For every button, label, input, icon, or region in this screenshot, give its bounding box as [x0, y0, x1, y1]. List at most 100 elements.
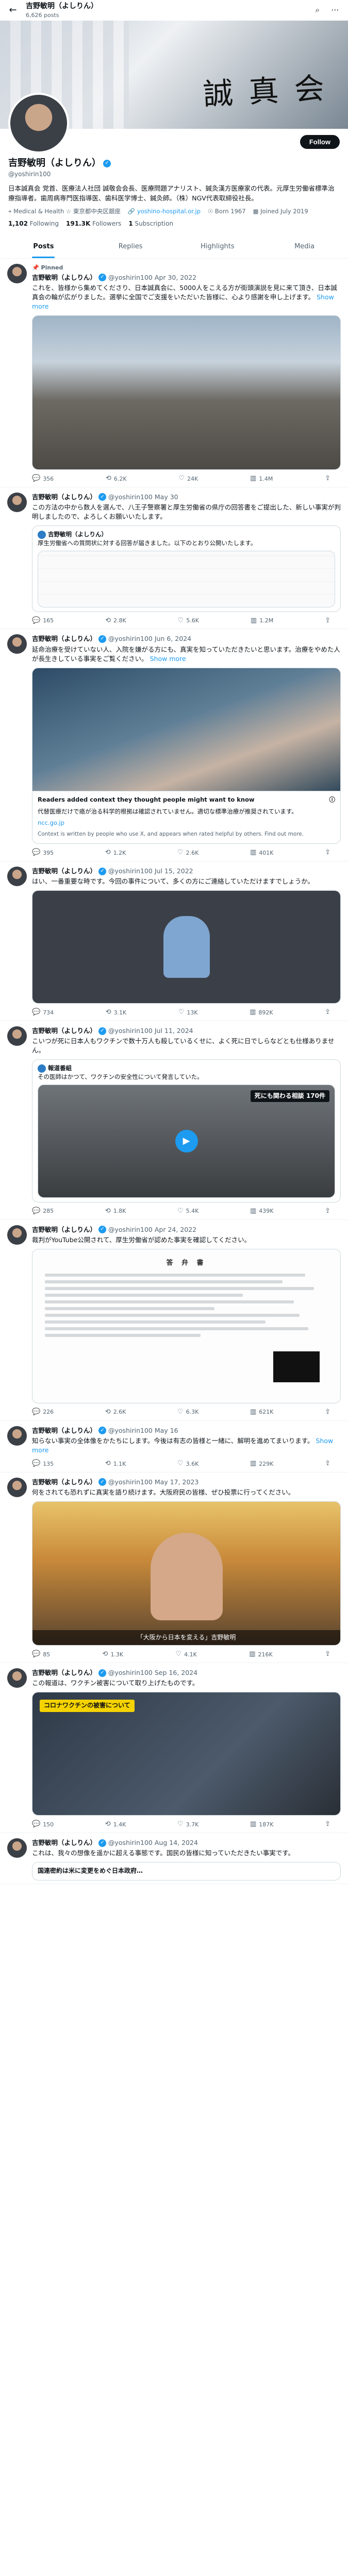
share-action[interactable]: ⇪	[325, 1408, 330, 1417]
like-action[interactable]: ♡ 4.1K	[176, 1650, 197, 1659]
tweet-date[interactable]: May 16	[155, 1426, 178, 1435]
following-stat[interactable]: 1,102 Following	[8, 219, 59, 228]
tweet-photo-crowd[interactable]	[32, 315, 341, 470]
repost-action[interactable]: ⟲ 2.8K	[105, 616, 126, 626]
tweet-author-name[interactable]: 吉野敏明（よしりん）	[32, 867, 96, 876]
tab-media[interactable]: Media	[261, 236, 348, 258]
tweet-author-name[interactable]: 吉野敏明（よしりん）	[32, 1026, 96, 1036]
repost-action[interactable]: ⟲ 6.2K	[106, 474, 127, 484]
tweet-avatar[interactable]	[7, 1668, 27, 1688]
tweet[interactable]: 📌 Pinned 吉野敏明（よしりん） ✓ @yoshirin100 Apr 3…	[0, 259, 348, 487]
search-icon[interactable]: ⌕	[311, 4, 324, 17]
tweet-author-name[interactable]: 吉野敏明（よしりん）	[32, 1426, 96, 1435]
repost-action[interactable]: ⟲ 1.4K	[105, 1820, 126, 1829]
tweet-avatar[interactable]	[7, 1225, 27, 1245]
reply-action[interactable]: 💬 85	[32, 1650, 50, 1659]
views-action[interactable]: ▥ 216K	[249, 1650, 273, 1659]
tweet-avatar[interactable]	[7, 1426, 27, 1446]
tweet[interactable]: 吉野敏明（よしりん） ✓ @yoshirin100 Jun 6, 2024 延命…	[0, 629, 348, 861]
tab-posts[interactable]: Posts	[0, 236, 87, 258]
profile-avatar[interactable]	[8, 93, 69, 154]
share-action[interactable]: ⇪	[325, 616, 330, 626]
profile-link[interactable]: yoshino-hospital.or.jp	[137, 208, 201, 215]
tweet[interactable]: 吉野敏明（よしりん） ✓ @yoshirin100 May 30 この方法の中か…	[0, 487, 348, 630]
tweet[interactable]: 吉野敏明（よしりん） ✓ @yoshirin100 May 16 知らない事実の…	[0, 1421, 348, 1472]
reply-action[interactable]: 💬 395	[32, 848, 54, 858]
repost-action[interactable]: ⟲ 1.2K	[105, 848, 126, 858]
play-icon[interactable]: ▶	[175, 1129, 198, 1153]
tweet-author-name[interactable]: 吉野敏明（よしりん）	[32, 1478, 96, 1487]
quoted-video[interactable]: 死にも関わる相談 170件 ▶	[38, 1084, 335, 1198]
repost-action[interactable]: ⟲ 3.1K	[106, 1008, 127, 1018]
tweet[interactable]: 吉野敏明（よしりん） ✓ @yoshirin100 Jul 11, 2024 こ…	[0, 1021, 348, 1220]
tab-replies[interactable]: Replies	[87, 236, 174, 258]
subscription-stat[interactable]: 1 Subscription	[128, 219, 173, 228]
tweet-date[interactable]: Jun 6, 2024	[155, 634, 191, 643]
tweet[interactable]: 吉野敏明（よしりん） ✓ @yoshirin100 Jul 15, 2022 は…	[0, 861, 348, 1022]
tweet-author-name[interactable]: 吉野敏明（よしりん）	[32, 1838, 96, 1848]
note-link[interactable]: ncc.go.jp	[38, 819, 64, 826]
tweet-video-blurred[interactable]	[32, 890, 341, 1004]
tweet-date[interactable]: Aug 14, 2024	[155, 1838, 198, 1848]
tweet-avatar[interactable]	[7, 1477, 27, 1497]
reply-action[interactable]: 💬 135	[32, 1459, 54, 1469]
tweet-video-speech[interactable]: 「大阪から日本を変える」吉野敏明	[32, 1501, 341, 1646]
show-more-link[interactable]: Show more	[150, 655, 186, 663]
share-action[interactable]: ⇪	[325, 1459, 330, 1469]
tweet-author-name[interactable]: 吉野敏明（よしりん）	[32, 634, 96, 643]
tweet-avatar[interactable]	[7, 492, 27, 512]
tweet-avatar[interactable]	[7, 263, 27, 283]
tweet-author-name[interactable]: 吉野敏明（よしりん）	[32, 1668, 96, 1677]
share-action[interactable]: ⇪	[325, 1207, 330, 1216]
tweet-date[interactable]: Sep 16, 2024	[155, 1668, 197, 1677]
tweet[interactable]: 吉野敏明（よしりん） ✓ @yoshirin100 May 17, 2023 何…	[0, 1472, 348, 1663]
tweet-author-name[interactable]: 吉野敏明（よしりん）	[32, 273, 96, 282]
repost-action[interactable]: ⟲ 1.3K	[103, 1650, 124, 1659]
reply-action[interactable]: 💬 734	[32, 1008, 54, 1018]
tweet-date[interactable]: Apr 24, 2022	[155, 1225, 196, 1234]
views-action[interactable]: ▥ 621K	[250, 1408, 274, 1417]
views-action[interactable]: ▥ 187K	[250, 1820, 274, 1829]
views-action[interactable]: ▥ 892K	[250, 1008, 273, 1018]
link-preview-card[interactable]: 国連密約は米に変更をめぐ日本政府…	[32, 1862, 341, 1880]
like-action[interactable]: ♡ 2.6K	[177, 848, 198, 858]
info-icon[interactable]: ⓘ	[329, 795, 336, 804]
repost-action[interactable]: ⟲ 1.8K	[105, 1207, 126, 1216]
like-action[interactable]: ♡ 6.3K	[177, 1408, 198, 1417]
tweet-date[interactable]: Jul 15, 2022	[155, 867, 193, 876]
followers-stat[interactable]: 191.3K Followers	[66, 219, 121, 228]
share-action[interactable]: ⇪	[325, 1008, 330, 1018]
tweet-author-name[interactable]: 吉野敏明（よしりん）	[32, 1225, 96, 1234]
share-action[interactable]: ⇪	[325, 848, 330, 858]
tweet-date[interactable]: May 30	[155, 493, 178, 502]
tweet-date[interactable]: Apr 30, 2022	[155, 273, 196, 282]
tweet-photo-news[interactable]: コロナワクチンの被害について	[32, 1692, 341, 1816]
tab-highlights[interactable]: Highlights	[174, 236, 261, 258]
like-action[interactable]: ♡ 5.6K	[178, 616, 199, 626]
views-action[interactable]: ▥ 229K	[250, 1459, 274, 1469]
more-icon[interactable]: ⋯	[328, 4, 342, 17]
tweet[interactable]: 吉野敏明（よしりん） ✓ @yoshirin100 Apr 24, 2022 裁…	[0, 1220, 348, 1421]
tweet-date[interactable]: May 17, 2023	[155, 1478, 198, 1487]
repost-action[interactable]: ⟲ 2.6K	[105, 1408, 126, 1417]
follow-button[interactable]: Follow	[300, 135, 340, 149]
tweet-author-name[interactable]: 吉野敏明（よしりん）	[32, 493, 96, 502]
tweet-avatar[interactable]	[7, 634, 27, 654]
quoted-document-image[interactable]	[38, 550, 335, 607]
views-action[interactable]: ▥ 1.2M	[251, 616, 273, 626]
tweet-date[interactable]: Jul 11, 2024	[155, 1026, 193, 1036]
repost-action[interactable]: ⟲ 1.1K	[105, 1459, 126, 1469]
tweet-avatar[interactable]	[7, 1026, 27, 1046]
quoted-tweet[interactable]: 吉野敏明（よしりん） 厚生労働省への質問状に対する回答が届きました。以下のとおり…	[32, 526, 341, 612]
reply-action[interactable]: 💬 165	[32, 616, 54, 626]
reply-action[interactable]: 💬 226	[32, 1408, 54, 1417]
reply-action[interactable]: 💬 356	[32, 474, 54, 484]
tweet-photo-surgery[interactable]	[32, 667, 341, 791]
reply-action[interactable]: 💬 285	[32, 1207, 54, 1216]
share-action[interactable]: ⇪	[325, 1650, 330, 1659]
like-action[interactable]: ♡ 3.6K	[177, 1459, 198, 1469]
tweet-avatar[interactable]	[7, 866, 27, 886]
like-action[interactable]: ♡ 24K	[178, 474, 198, 484]
views-action[interactable]: ▥ 439K	[250, 1207, 274, 1216]
tweet[interactable]: 吉野敏明（よしりん） ✓ @yoshirin100 Sep 16, 2024 こ…	[0, 1663, 348, 1834]
